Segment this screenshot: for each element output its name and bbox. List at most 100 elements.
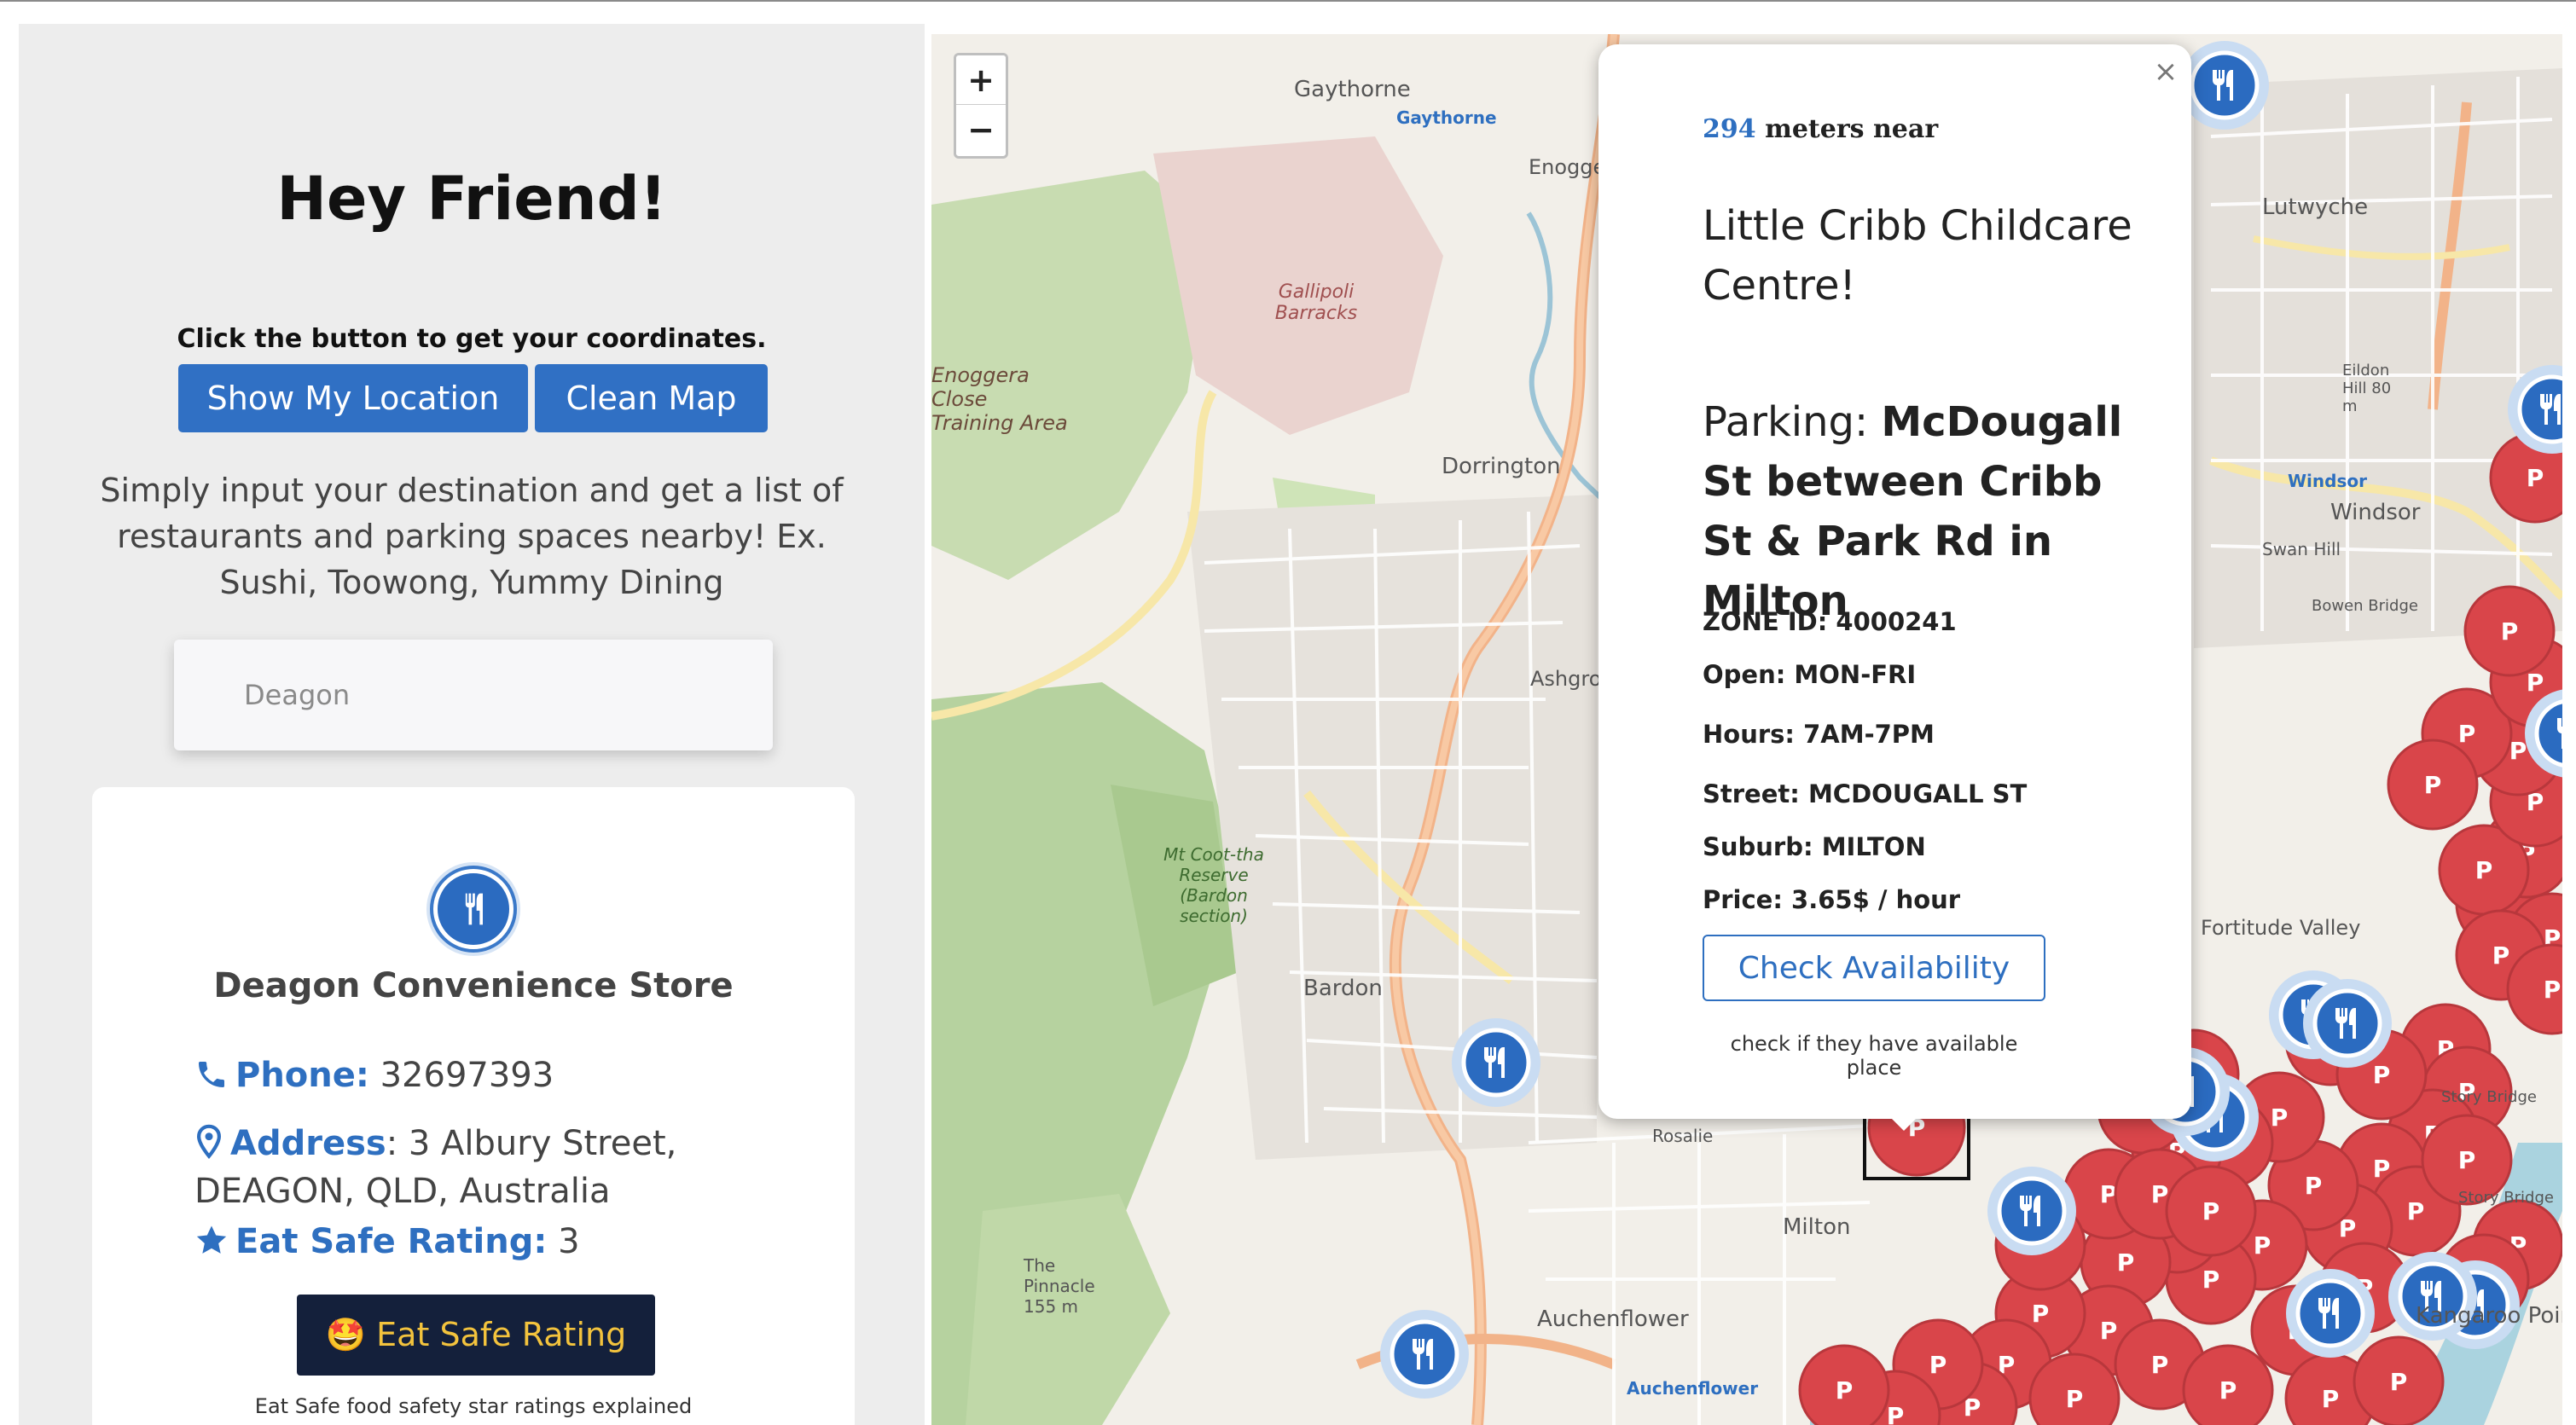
parking-marker-letter: P	[2202, 1197, 2220, 1225]
restaurant-marker-core	[1997, 1176, 2067, 1246]
map-label: Kangaroo Point	[2416, 1303, 2562, 1329]
parking-marker-letter: P	[2066, 1385, 2084, 1413]
parking-marker-letter: P	[2305, 1172, 2323, 1200]
popup-pointer	[1883, 1110, 1924, 1131]
check-availability-caption: check if they have available place	[1730, 1032, 2018, 1080]
map-label: Lutwyche	[2262, 194, 2369, 220]
map-label: Story Bridge	[2458, 1189, 2554, 1207]
parking-marker-letter: P	[1929, 1351, 1947, 1379]
top-border	[0, 0, 2576, 2]
phone-icon	[199, 1062, 224, 1087]
eat-safe-caption: Eat Safe food safety star ratings explai…	[254, 1394, 693, 1418]
popup-parking-name: Parking: McDougall St between Cribb St &…	[1703, 392, 2163, 631]
fork-knife-icon	[465, 893, 483, 925]
map-label: Gallipoli Barracks	[1274, 281, 1358, 324]
search-box	[174, 640, 773, 750]
map-label: Eildon Hill 80 m	[2342, 362, 2392, 415]
open-days: Open: MON-FRI	[1703, 660, 1917, 689]
phone-value: 32697393	[380, 1056, 554, 1095]
restaurant-marker-core	[2312, 988, 2382, 1058]
parking-marker-letter: P	[2458, 720, 2476, 748]
map-label: Bardon	[1303, 976, 1383, 1001]
parking-marker-letter: P	[2492, 941, 2510, 970]
parking-marker-letter: P	[2254, 1231, 2271, 1260]
check-availability-button[interactable]: Check Availability	[1703, 935, 2045, 1001]
rating-label: Eat Safe Rating:	[235, 1222, 548, 1261]
map-label: Enoggera Close Training Area	[931, 363, 1068, 435]
star-icon	[196, 1225, 227, 1254]
eat-safe-rating-button[interactable]: 🤩 Eat Safe Rating	[297, 1295, 655, 1376]
map-label: Gaythorne	[1294, 77, 1411, 102]
popup-distance: 294 meters near	[1703, 114, 1938, 144]
parking-marker-letter: P	[2501, 617, 2519, 646]
parking-marker-letter: P	[1887, 1402, 1905, 1425]
sidebar: Hey Friend! Click the button to get your…	[19, 24, 925, 1425]
address-label: Address	[230, 1124, 386, 1163]
distance-value: 294	[1703, 114, 1756, 144]
parking-marker-letter: P	[2032, 1300, 2050, 1328]
phone-line: Phone: 32697393	[194, 1051, 554, 1099]
parking-marker-letter: P	[2527, 669, 2544, 697]
map[interactable]: PPPPPPPPPPPPPPPPPPPPPPPPPPPPPPPPPPPPPPPP…	[931, 34, 2562, 1425]
parking-marker-letter: P	[2100, 1317, 2118, 1345]
parking-marker-letter: P	[2424, 771, 2442, 799]
parking-marker-letter: P	[2458, 1146, 2476, 1174]
phone-label: Phone:	[235, 1056, 369, 1095]
parking-label: Parking:	[1703, 398, 1882, 446]
popup-place-name: Little Cribb Childcare Centre!	[1703, 202, 2132, 310]
parking-marker-letter: P	[1836, 1376, 1854, 1405]
close-icon[interactable]: ×	[2150, 56, 2181, 87]
parking-popup: × 294 meters near Little Cribb Childcare…	[1598, 44, 2191, 1119]
map-label: Bowen Bridge	[2312, 597, 2418, 615]
map-label: Windsor	[2330, 500, 2421, 525]
map-label: Auchenflower	[1537, 1306, 1689, 1332]
map-label: Rosalie	[1652, 1126, 1714, 1146]
restaurant-marker-core	[1390, 1319, 1459, 1389]
restaurant-card: Deagon Convenience Store Phone: 32697393…	[92, 787, 855, 1425]
map-label: Story Bridge	[2441, 1088, 2537, 1106]
parking-marker-letter: P	[2202, 1266, 2220, 1294]
distance-text: meters near	[1755, 114, 1939, 144]
location-pin-icon	[196, 1124, 222, 1160]
map-label: Auchenflower	[1627, 1378, 1759, 1399]
rating-line: Eat Safe Rating: 3	[194, 1218, 580, 1266]
restaurant-marker-core	[2190, 50, 2260, 120]
parking-marker-letter: P	[2117, 1248, 2135, 1277]
parking-marker-letter: P	[2151, 1351, 2169, 1379]
parking-marker-letter: P	[2373, 1061, 2391, 1089]
zoom-out-button[interactable]: −	[956, 105, 1006, 154]
parking-marker-letter: P	[2322, 1385, 2340, 1413]
description-text: Simply input your destination and get a …	[100, 472, 844, 601]
map-label: Milton	[1783, 1214, 1851, 1240]
store-name: Deagon Convenience Store	[213, 966, 734, 1005]
parking-marker-letter: P	[2475, 856, 2493, 884]
suburb-name: Suburb: MILTON	[1703, 832, 1926, 861]
parking-marker-letter: P	[2527, 464, 2544, 492]
zone-id: ZONE ID: 4000241	[1703, 607, 1957, 636]
zoom-in-button[interactable]: +	[956, 55, 1006, 105]
parking-marker-letter: P	[2509, 737, 2527, 765]
map-label: Windsor	[2288, 471, 2367, 491]
zoom-control: + −	[954, 53, 1008, 159]
street-name: Street: MCDOUGALL ST	[1703, 779, 2028, 808]
address-line: Address: 3 Albury Street, DEAGON, QLD, A…	[194, 1120, 843, 1215]
map-label: Dorrington	[1442, 454, 1561, 479]
page-title: Hey Friend!	[276, 164, 667, 234]
restaurant-marker-core	[2295, 1278, 2365, 1348]
rating-value: 3	[558, 1222, 580, 1261]
parking-marker-letter: P	[2407, 1197, 2425, 1225]
open-hours: Hours: 7AM-7PM	[1703, 720, 1935, 749]
clean-map-button[interactable]: Clean Map	[535, 364, 768, 432]
search-input[interactable]	[174, 640, 773, 750]
map-label: The Pinnacle 155 m	[1024, 1255, 1095, 1317]
instruction-text: Click the button to get your coordinates…	[177, 324, 767, 354]
parking-price: Price: 3.65$ / hour	[1703, 885, 1961, 914]
map-label: Gaythorne	[1396, 107, 1497, 128]
parking-marker-letter: P	[2390, 1368, 2408, 1396]
show-my-location-button[interactable]: Show My Location	[178, 364, 528, 432]
map-label: Swan Hill	[2262, 539, 2341, 559]
parking-marker-letter: P	[2271, 1104, 2289, 1132]
parking-marker-letter: P	[2219, 1376, 2237, 1405]
map-label: Fortitude Valley	[2201, 916, 2361, 940]
parking-marker-letter: P	[2544, 976, 2561, 1004]
